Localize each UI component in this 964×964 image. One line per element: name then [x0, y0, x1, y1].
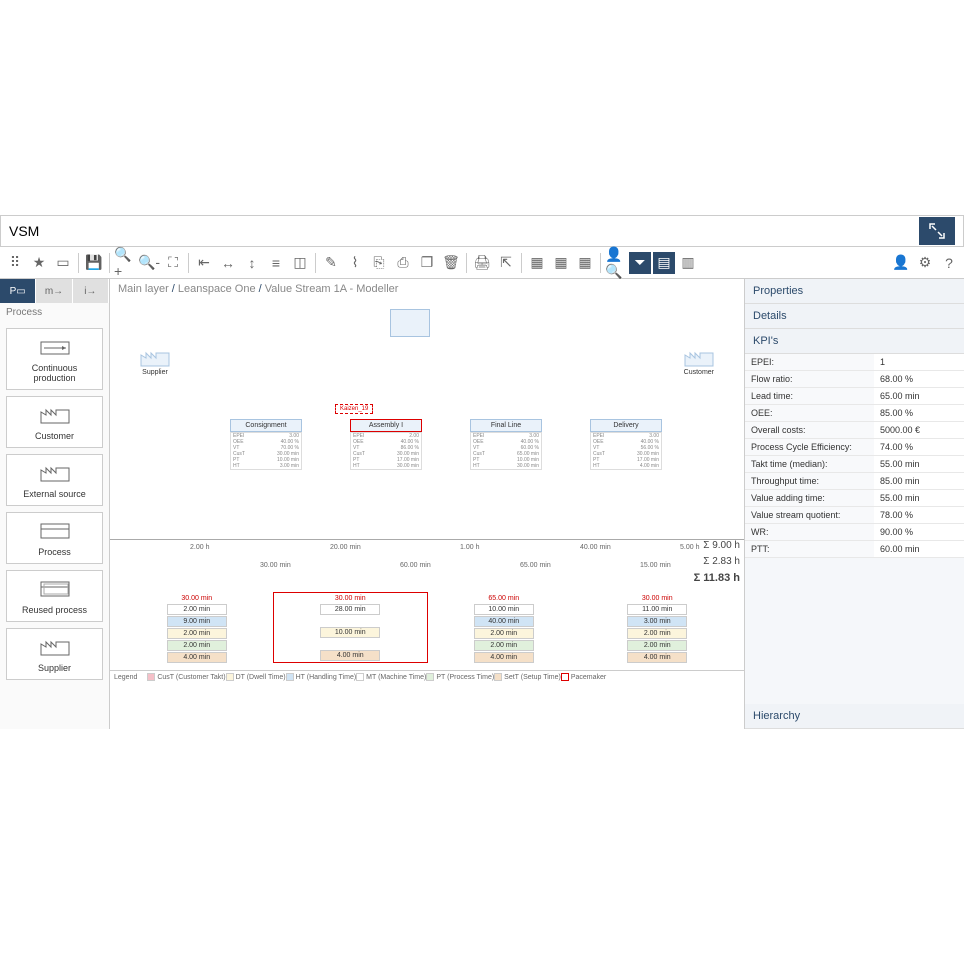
- timeline-label: 5.00 h: [680, 544, 699, 551]
- time-block-column[interactable]: 65.00 min10.00 min40.00 min2.00 min2.00 …: [427, 593, 581, 664]
- timeline-label: 65.00 min: [520, 562, 551, 569]
- sidebar: P▭ m→ i→ Process Continuous production Cu…: [0, 279, 110, 729]
- legend-item: PT (Process Time): [426, 674, 494, 681]
- kpi-row: Takt time (median):55.00 min: [745, 456, 964, 473]
- kpi-row: WR:90.00 %: [745, 524, 964, 541]
- palette-external-source[interactable]: External source: [6, 454, 103, 506]
- doc-icon[interactable]: ▥: [677, 252, 699, 274]
- fit-icon[interactable]: ⛶: [162, 252, 184, 274]
- expand-button[interactable]: [919, 217, 955, 245]
- select-icon[interactable]: ◫: [289, 252, 311, 274]
- timeline-label: 15.00 min: [640, 562, 671, 569]
- export-icon[interactable]: ⇱: [495, 252, 517, 274]
- customer-node[interactable]: Customer: [684, 349, 714, 376]
- group2-icon[interactable]: ▦: [550, 252, 572, 274]
- sidebar-header: Process: [0, 303, 109, 322]
- align-v-icon[interactable]: ↕: [241, 252, 263, 274]
- stamp-icon[interactable]: ⌇: [344, 252, 366, 274]
- legend-item: DT (Dwell Time): [226, 674, 286, 681]
- canvas[interactable]: Main layer / Leanspace One / Value Strea…: [110, 279, 744, 729]
- process-consignment[interactable]: ConsignmentEPEI3.00OEE40.00 %VT70.00 %Cu…: [230, 419, 302, 470]
- sidebar-tab-m[interactable]: m→: [36, 279, 72, 303]
- title-bar: [0, 215, 964, 247]
- user-icon[interactable]: 👤: [890, 252, 912, 274]
- align-center-icon[interactable]: ↔: [217, 252, 239, 274]
- kpi-row: PTT:60.00 min: [745, 541, 964, 558]
- user-search-icon[interactable]: 👤🔍: [605, 252, 627, 274]
- help-icon[interactable]: ?: [938, 252, 960, 274]
- copy-icon[interactable]: ⎘: [368, 252, 390, 274]
- hierarchy-header[interactable]: Hierarchy: [745, 704, 964, 729]
- kpi-row: Value stream quotient:78.00 %: [745, 507, 964, 524]
- distribute-icon[interactable]: ≡: [265, 252, 287, 274]
- legend: Legend CusT (Customer Takt)DT (Dwell Tim…: [110, 670, 744, 683]
- legend-item: HT (Handling Time): [286, 674, 357, 681]
- palette-reused-process[interactable]: Reused process: [6, 570, 103, 622]
- sum-total: Σ 11.83 h: [694, 572, 740, 584]
- timeline-label: 1.00 h: [460, 544, 479, 551]
- timeline-label: 40.00 min: [580, 544, 611, 551]
- kpi-row: Overall costs:5000.00 €: [745, 422, 964, 439]
- group3-icon[interactable]: ▦: [574, 252, 596, 274]
- kpi-row: EPEI:1: [745, 354, 964, 371]
- sum-mid: Σ 2.83 h: [703, 556, 740, 567]
- process-final-line[interactable]: Final LineEPEI3.00OEE40.00 %VT60.00 %Cus…: [470, 419, 542, 470]
- control-node[interactable]: [390, 309, 430, 337]
- legend-item: MT (Machine Time): [356, 674, 426, 681]
- sidebar-tab-p[interactable]: P▭: [0, 279, 36, 303]
- vsm-title-input[interactable]: [9, 223, 209, 239]
- timeline: 2.00 h 20.00 min 1.00 h 40.00 min 5.00 h 30.…: [110, 539, 744, 587]
- time-block-column[interactable]: 30.00 min28.00 min10.00 min4.00 min: [274, 593, 428, 662]
- timeline-icon[interactable]: ⏷: [629, 252, 651, 274]
- sum-top: Σ 9.00 h: [703, 540, 740, 551]
- edit-icon[interactable]: ✎: [320, 252, 342, 274]
- gear-icon[interactable]: ⚙: [914, 252, 936, 274]
- details-header[interactable]: Details: [745, 304, 964, 329]
- layout-icon[interactable]: ▭: [52, 252, 74, 274]
- zoom-in-icon[interactable]: 🔍+: [114, 252, 136, 274]
- kpi-row: Throughput time:85.00 min: [745, 473, 964, 490]
- kpis-header[interactable]: KPI's: [745, 329, 964, 354]
- kpi-row: OEE:85.00 %: [745, 405, 964, 422]
- zoom-out-icon[interactable]: 🔍-: [138, 252, 160, 274]
- duplicate-icon[interactable]: ❐: [416, 252, 438, 274]
- palette-customer[interactable]: Customer: [6, 396, 103, 448]
- time-blocks: 30.00 min2.00 min9.00 min2.00 min2.00 mi…: [110, 587, 744, 670]
- align-left-icon[interactable]: ⇤: [193, 252, 215, 274]
- time-block-column[interactable]: 30.00 min11.00 min3.00 min2.00 min2.00 m…: [581, 593, 735, 664]
- timeline-label: 2.00 h: [190, 544, 209, 551]
- time-block-column[interactable]: 30.00 min2.00 min9.00 min2.00 min2.00 mi…: [120, 593, 274, 664]
- timeline-label: 20.00 min: [330, 544, 361, 551]
- save-icon[interactable]: 💾: [83, 252, 105, 274]
- toolbar: ⠿ ★ ▭ 💾 🔍+ 🔍- ⛶ ⇤ ↔ ↕ ≡ ◫ ✎ ⌇ ⎘ ⎙ ❐ 🗑 🖨 …: [0, 247, 964, 279]
- panel-icon[interactable]: ▤: [653, 252, 675, 274]
- group1-icon[interactable]: ▦: [526, 252, 548, 274]
- right-panel: Properties Details KPI's EPEI:1Flow rati…: [744, 279, 964, 729]
- breadcrumb[interactable]: Main layer / Leanspace One / Value Strea…: [110, 279, 744, 299]
- grid-icon[interactable]: ⠿: [4, 252, 26, 274]
- star-icon[interactable]: ★: [28, 252, 50, 274]
- legend-item: SetT (Setup Time): [494, 674, 561, 681]
- timeline-label: 60.00 min: [400, 562, 431, 569]
- timeline-label: 30.00 min: [260, 562, 291, 569]
- properties-header[interactable]: Properties: [745, 279, 964, 304]
- legend-item: Pacemaker: [561, 674, 606, 681]
- paste-icon[interactable]: ⎙: [392, 252, 414, 274]
- supplier-node[interactable]: Supplier: [140, 349, 170, 376]
- kpi-row: Lead time:65.00 min: [745, 388, 964, 405]
- legend-item: CusT (Customer Takt): [147, 674, 225, 681]
- kaizen-burst[interactable]: Kaizen_19: [335, 404, 373, 414]
- delete-icon[interactable]: 🗑: [440, 252, 462, 274]
- palette-supplier[interactable]: Supplier: [6, 628, 103, 680]
- kpi-row: Flow ratio:68.00 %: [745, 371, 964, 388]
- kpi-row: Process Cycle Efficiency:74.00 %: [745, 439, 964, 456]
- palette-continuous-production[interactable]: Continuous production: [6, 328, 103, 390]
- sidebar-tab-i[interactable]: i→: [73, 279, 109, 303]
- palette-process[interactable]: Process: [6, 512, 103, 564]
- print-icon[interactable]: 🖨: [471, 252, 493, 274]
- kpi-row: Value adding time:55.00 min: [745, 490, 964, 507]
- process-assembly-i[interactable]: Assembly IEPEI2.00OEE40.00 %VT86.00 %Cus…: [350, 419, 422, 470]
- process-delivery[interactable]: DeliveryEPEI3.00OEE40.00 %VT56.00 %CusT3…: [590, 419, 662, 470]
